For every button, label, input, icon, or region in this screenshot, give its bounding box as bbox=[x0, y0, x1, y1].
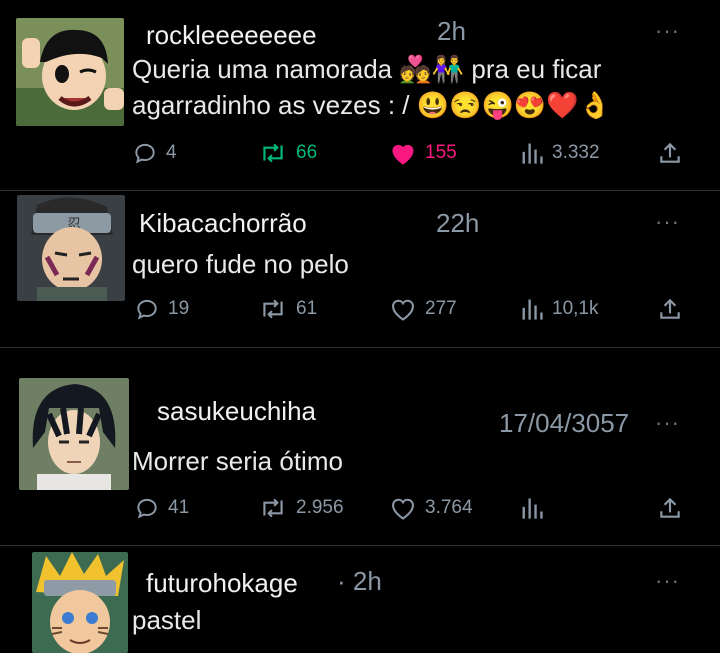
reply-count: 4 bbox=[166, 142, 177, 163]
post-time[interactable]: 2h bbox=[437, 16, 466, 47]
reply-count: 41 bbox=[168, 497, 190, 518]
repost-button[interactable]: 66 bbox=[258, 140, 317, 166]
post-handle[interactable]: futurohokage bbox=[146, 568, 298, 599]
reply-icon bbox=[135, 143, 155, 164]
more-icon[interactable]: ··· bbox=[655, 18, 680, 44]
share-button[interactable] bbox=[657, 495, 683, 521]
views-button[interactable] bbox=[520, 495, 552, 521]
repost-count: 61 bbox=[296, 298, 318, 319]
post-text: Morrer seria ótimo bbox=[132, 446, 343, 476]
smiley-emoji-icon: 😃 bbox=[416, 90, 450, 120]
wink-tongue-emoji-icon: 😜 bbox=[481, 90, 514, 120]
repost-icon bbox=[263, 498, 283, 518]
reply-button[interactable]: 19 bbox=[134, 296, 189, 322]
reply-count: 19 bbox=[168, 298, 190, 319]
reply-icon bbox=[137, 498, 157, 519]
share-button[interactable] bbox=[657, 140, 683, 166]
unamused-emoji-icon: 😒 bbox=[449, 90, 482, 120]
reply-icon bbox=[137, 299, 157, 320]
post-handle[interactable]: sasukeuchiha bbox=[157, 396, 316, 427]
avatar[interactable] bbox=[16, 18, 124, 126]
heart-eyes-emoji-icon: 😍 bbox=[513, 90, 547, 120]
like-count: 155 bbox=[425, 142, 457, 163]
share-icon bbox=[660, 142, 680, 163]
reply-button[interactable]: 4 bbox=[132, 140, 177, 166]
like-icon bbox=[392, 498, 414, 520]
avatar[interactable]: 忍 bbox=[17, 195, 125, 301]
like-button[interactable]: 155 bbox=[389, 140, 457, 166]
post-handle[interactable]: Kibacachorrão bbox=[139, 208, 307, 239]
post-text: quero fude no pelo bbox=[132, 249, 349, 279]
post-time[interactable]: · 2h bbox=[337, 566, 382, 597]
views-button[interactable]: 10,1k bbox=[520, 296, 598, 322]
views-count: 10,1k bbox=[552, 298, 599, 319]
views-button[interactable]: 3.332 bbox=[520, 140, 600, 166]
share-icon bbox=[660, 298, 680, 319]
more-icon[interactable]: ··· bbox=[655, 410, 680, 436]
more-icon[interactable]: ··· bbox=[655, 209, 680, 235]
like-button[interactable]: 3.764 bbox=[389, 495, 473, 521]
post-text-line-2: agarradinho as vezes : / 😃😒😜😍❤️👌 bbox=[132, 88, 611, 122]
avatar[interactable] bbox=[32, 552, 128, 653]
more-icon[interactable]: ··· bbox=[655, 568, 680, 594]
share-icon bbox=[660, 497, 680, 518]
repost-button[interactable]: 61 bbox=[258, 296, 317, 322]
like-count: 277 bbox=[425, 298, 457, 319]
views-icon bbox=[522, 143, 543, 164]
couple-emoji-icon: 👫 bbox=[431, 54, 465, 84]
post-text: pastel bbox=[132, 605, 202, 635]
red-heart-emoji-icon: ❤️ bbox=[546, 90, 579, 120]
reply-button[interactable]: 41 bbox=[134, 495, 189, 521]
share-button[interactable] bbox=[657, 296, 683, 322]
post-text-segment: agarradinho as vezes : / bbox=[132, 90, 410, 120]
ok-hand-emoji-icon: 👌 bbox=[578, 90, 611, 120]
post-time[interactable]: 17/04/3057 bbox=[499, 408, 629, 439]
post-handle[interactable]: rockleeeeeeee bbox=[146, 20, 317, 51]
post-kiba[interactable]: 忍 Kibacachorrão 22h ··· quero fude no pe… bbox=[0, 191, 720, 347]
like-button[interactable]: 277 bbox=[389, 296, 457, 322]
views-icon bbox=[522, 299, 543, 320]
repost-count: 2.956 bbox=[296, 497, 344, 518]
like-count: 3.764 bbox=[425, 497, 473, 518]
couple-heart-emoji-icon: 💑 bbox=[399, 54, 432, 84]
repost-icon bbox=[263, 299, 283, 319]
post-time[interactable]: 22h bbox=[436, 208, 479, 239]
repost-icon bbox=[263, 143, 283, 163]
post-rocklee[interactable]: rockleeeeeeee 2h ··· Queria uma namorada… bbox=[0, 0, 720, 190]
like-icon bbox=[392, 144, 414, 165]
post-sasuke[interactable]: sasukeuchiha 17/04/3057 ··· Morrer seria… bbox=[0, 348, 720, 545]
avatar[interactable] bbox=[19, 378, 129, 490]
post-text-line-1: Queria uma namorada 💑👫 pra eu ficar bbox=[132, 52, 601, 86]
views-count: 3.332 bbox=[552, 142, 600, 163]
like-icon bbox=[392, 299, 414, 321]
post-naruto[interactable]: futurohokage · 2h ··· pastel bbox=[0, 546, 720, 653]
post-text-segment: pra eu ficar bbox=[471, 54, 602, 84]
repost-count: 66 bbox=[296, 142, 318, 163]
post-text-segment: Queria uma namorada bbox=[132, 54, 393, 84]
repost-button[interactable]: 2.956 bbox=[258, 495, 344, 521]
views-icon bbox=[522, 498, 543, 519]
